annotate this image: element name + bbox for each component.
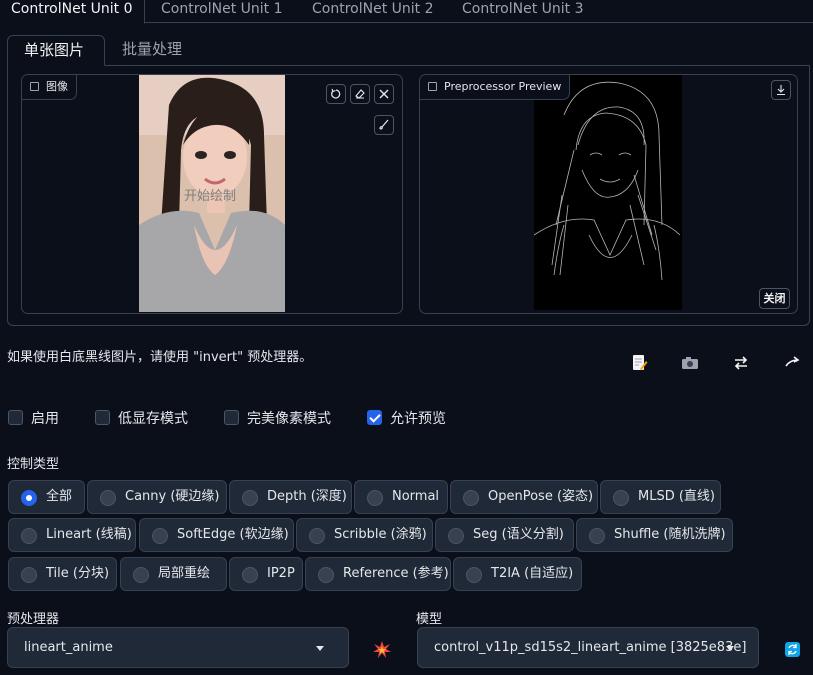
preprocessor-preview: Preprocessor Preview 关闭 bbox=[419, 74, 798, 314]
allow-preview-checkbox[interactable]: 允许预览 bbox=[367, 410, 446, 428]
controlnet-panel: ControlNet Unit 0 ControlNet Unit 1 Cont… bbox=[0, 0, 813, 675]
preview-label: Preprocessor Preview bbox=[420, 75, 571, 100]
camera-icon[interactable] bbox=[679, 352, 701, 374]
model-label: 模型 bbox=[416, 612, 443, 627]
unit-tab-bar: ControlNet Unit 0 ControlNet Unit 1 Cont… bbox=[0, 0, 813, 24]
input-mode-tabs: 单张图片 批量处理 bbox=[0, 35, 813, 66]
brush-icon bbox=[379, 119, 389, 130]
tab-unit-3[interactable]: ControlNet Unit 3 bbox=[462, 0, 584, 23]
draw-overlay-text: 开始绘制 bbox=[184, 189, 237, 204]
preprocessor-dropdown[interactable]: lineart_anime bbox=[7, 627, 349, 668]
tab-unit-0[interactable]: ControlNet Unit 0 bbox=[0, 0, 145, 24]
control-type-seg[interactable]: Seg (语义分割) bbox=[435, 518, 574, 552]
pixel-perfect-label: 完美像素模式 bbox=[247, 411, 331, 427]
send-up-icon[interactable] bbox=[781, 352, 803, 374]
image-input[interactable]: 图像 开始绘制 bbox=[21, 74, 403, 314]
control-type-mlsd[interactable]: MLSD (直线) bbox=[600, 480, 721, 514]
download-button[interactable] bbox=[771, 80, 791, 100]
eraser-icon bbox=[355, 89, 365, 99]
control-type-reference[interactable]: Reference (参考) bbox=[305, 557, 451, 591]
control-type-label: 控制类型 bbox=[7, 457, 60, 472]
control-type-tile[interactable]: Tile (分块) bbox=[8, 557, 117, 591]
refresh-models-button[interactable] bbox=[785, 642, 800, 657]
close-icon bbox=[379, 89, 389, 99]
control-type-normal[interactable]: Normal bbox=[354, 480, 448, 514]
chevron-down-icon bbox=[726, 646, 734, 651]
invert-hint: 如果使用白底黑线图片，请使用 "invert" 预处理器。 bbox=[7, 350, 313, 365]
control-type-all[interactable]: 全部 bbox=[8, 480, 85, 514]
tab-unit-2[interactable]: ControlNet Unit 2 bbox=[312, 0, 434, 23]
chevron-down-icon bbox=[316, 646, 324, 651]
tab-batch[interactable]: 批量处理 bbox=[106, 35, 198, 66]
low-vram-checkbox[interactable]: 低显存模式 bbox=[95, 410, 188, 428]
clear-button[interactable] bbox=[374, 84, 394, 104]
image-icon bbox=[428, 82, 437, 91]
model-value: control_v11p_sd15s2_lineart_anime [3825e… bbox=[434, 640, 747, 655]
control-type-shuffle[interactable]: Shuffle (随机洗牌) bbox=[576, 518, 733, 552]
tab-unit-1[interactable]: ControlNet Unit 1 bbox=[161, 0, 283, 23]
control-type-canny[interactable]: Canny (硬边缘) bbox=[87, 480, 227, 514]
enable-checkbox[interactable]: 启用 bbox=[8, 410, 59, 428]
download-icon bbox=[777, 85, 785, 96]
low-vram-label: 低显存模式 bbox=[118, 411, 188, 427]
edit-icon[interactable] bbox=[629, 352, 651, 374]
image-label: 图像 bbox=[22, 75, 77, 100]
preprocessor-label: 预处理器 bbox=[7, 612, 60, 627]
tab-single-image[interactable]: 单张图片 bbox=[7, 35, 105, 66]
eraser-button[interactable] bbox=[350, 84, 370, 104]
control-type-scribble[interactable]: Scribble (涂鸦) bbox=[296, 518, 433, 552]
rotate-button[interactable] bbox=[326, 84, 346, 104]
image-panel-container: 图像 开始绘制 Preprocessor Preview 关闭 bbox=[7, 65, 810, 326]
preprocessor-value: lineart_anime bbox=[24, 640, 113, 655]
run-preprocessor-button[interactable] bbox=[372, 640, 392, 660]
close-preview-button[interactable]: 关闭 bbox=[759, 288, 790, 309]
image-icon bbox=[30, 82, 39, 91]
control-type-depth[interactable]: Depth (深度) bbox=[229, 480, 352, 514]
control-type-openpose[interactable]: OpenPose (姿态) bbox=[450, 480, 598, 514]
brush-button[interactable] bbox=[374, 115, 394, 135]
refresh-icon bbox=[788, 644, 797, 655]
uploaded-photo: 开始绘制 bbox=[139, 75, 285, 312]
control-type-inpaint[interactable]: 局部重绘 bbox=[120, 557, 227, 591]
explosion-icon bbox=[373, 641, 391, 658]
model-dropdown[interactable]: control_v11p_sd15s2_lineart_anime [3825e… bbox=[417, 627, 759, 668]
enable-label: 启用 bbox=[31, 411, 59, 427]
control-type-ip2p[interactable]: IP2P bbox=[229, 557, 303, 591]
control-type-softedge[interactable]: SoftEdge (软边缘) bbox=[139, 518, 294, 552]
rotate-icon bbox=[331, 88, 341, 99]
control-type-lineart[interactable]: Lineart (线稿) bbox=[8, 518, 136, 552]
lineart-preview-image bbox=[533, 75, 682, 310]
control-type-t2ia[interactable]: T2IA (自适应) bbox=[453, 557, 582, 591]
swap-icon[interactable] bbox=[730, 352, 752, 374]
lineart-illustration bbox=[533, 81, 681, 281]
pixel-perfect-checkbox[interactable]: 完美像素模式 bbox=[224, 410, 331, 428]
allow-preview-label: 允许预览 bbox=[390, 411, 446, 427]
